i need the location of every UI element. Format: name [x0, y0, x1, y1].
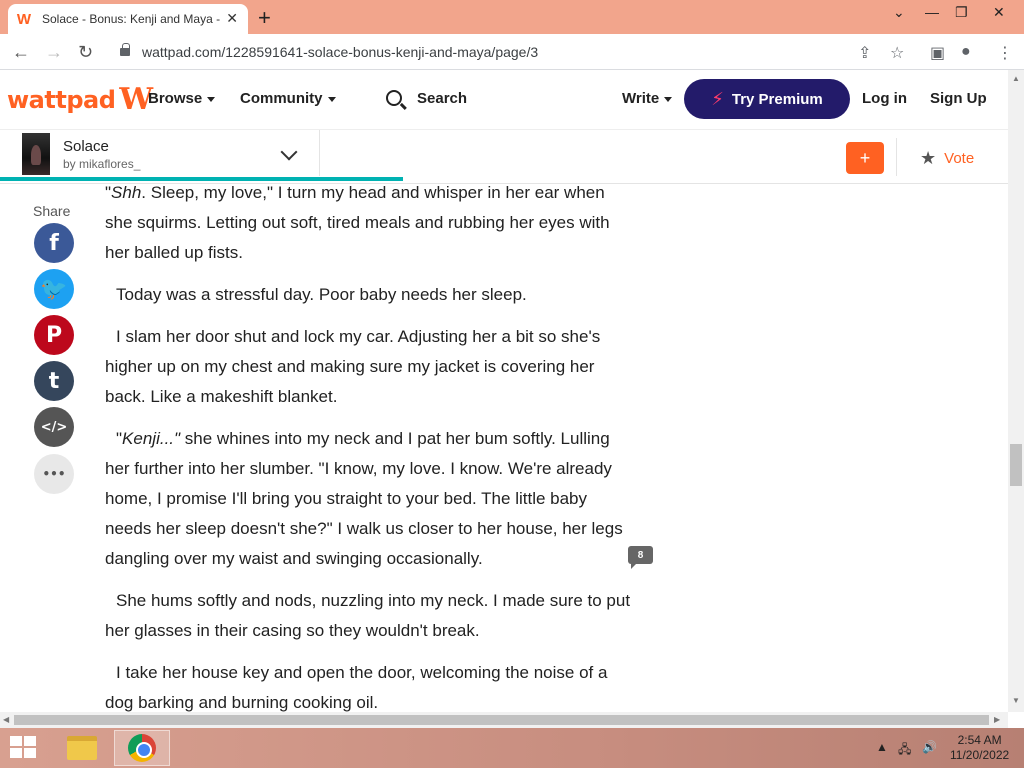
windows-start-icon[interactable]	[10, 736, 38, 760]
embed-icon[interactable]: </>	[34, 407, 74, 447]
tumblr-icon[interactable]: t	[34, 361, 74, 401]
write-menu[interactable]: Write	[622, 90, 673, 107]
reload-icon[interactable]: ↻	[78, 42, 93, 63]
paragraph: I slam her door shut and lock my car. Ad…	[105, 327, 601, 406]
add-to-library-button[interactable]: +	[846, 142, 884, 174]
share-icon[interactable]: ⇪	[858, 43, 871, 63]
community-menu[interactable]: Community	[240, 90, 336, 107]
search-button[interactable]: Search	[417, 90, 467, 107]
twitter-icon[interactable]: 🐦	[34, 269, 74, 309]
vote-button[interactable]: ★ Vote	[920, 148, 974, 169]
more-menu-icon[interactable]: ⋮	[997, 43, 1013, 63]
clock-date: 11/20/2022	[950, 748, 1010, 762]
site-header: wattpad W Browse Community Search Write …	[0, 70, 1008, 130]
clock-time: 2:54 AM	[957, 733, 1002, 747]
signup-link[interactable]: Sign Up	[930, 90, 987, 107]
browse-label: Browse	[148, 90, 203, 107]
caret-down-icon	[664, 96, 673, 102]
address-bar[interactable]: wattpad.com/1228591641-solace-bonus-kenj…	[108, 38, 920, 66]
write-label: Write	[622, 90, 660, 107]
scroll-right-icon[interactable]: ▶	[994, 715, 1000, 724]
scrollbar-thumb[interactable]	[1010, 444, 1022, 486]
restore-icon[interactable]: ❐	[955, 4, 968, 21]
chevron-down-icon[interactable]	[280, 143, 298, 161]
volume-icon[interactable]: 🔊	[922, 740, 937, 754]
try-premium-button[interactable]: ⚡ Try Premium	[684, 79, 850, 119]
tab-title: Solace - Bonus: Kenji and Maya -	[42, 12, 221, 26]
vote-label: Vote	[944, 150, 975, 167]
premium-label: Try Premium	[731, 90, 823, 108]
wattpad-logo[interactable]: wattpad W	[7, 85, 153, 115]
story-text: "Shh. Sleep, my love," I turn my head an…	[105, 178, 635, 730]
lightning-bolt-icon: ⚡	[711, 88, 724, 109]
inline-comment-count-icon[interactable]: 8	[628, 546, 653, 569]
story-info-bar: Solace by mikaflores_ + ★ Vote	[0, 130, 1008, 184]
browser-tab-strip: W Solace - Bonus: Kenji and Maya - ✕ + ⌄…	[0, 0, 1024, 34]
close-window-icon[interactable]: ✕	[993, 4, 1005, 21]
search-icon[interactable]	[386, 90, 402, 106]
browser-tab[interactable]: W Solace - Bonus: Kenji and Maya - ✕	[8, 4, 248, 34]
wattpad-favicon-icon: W	[16, 10, 32, 28]
show-hidden-icons-icon[interactable]: ▲	[876, 740, 888, 754]
browse-menu[interactable]: Browse	[148, 90, 216, 107]
paragraph: She hums softly and nods, nuzzling into …	[105, 591, 631, 640]
caret-down-icon	[327, 96, 336, 102]
logo-text: wattpad	[7, 86, 116, 114]
profile-icon[interactable]: ●	[961, 43, 971, 61]
minimize-icon[interactable]: —	[925, 4, 939, 20]
star-icon: ★	[920, 148, 937, 168]
cover-figure	[31, 145, 41, 165]
network-icon[interactable]: 🖧	[898, 740, 911, 761]
share-label: Share	[33, 203, 71, 219]
scroll-up-icon[interactable]: ▲	[1012, 74, 1020, 83]
windows-taskbar: ▲ 🖧 🔊 2:54 AM 11/20/2022	[0, 728, 1024, 768]
pinterest-icon[interactable]: P	[34, 315, 74, 355]
divider	[896, 138, 897, 176]
divider	[319, 130, 320, 176]
more-icon[interactable]: •••	[34, 454, 74, 494]
chrome-icon[interactable]	[114, 730, 170, 766]
forward-arrow-icon[interactable]: →	[45, 42, 63, 63]
horizontal-scrollbar[interactable]: ◀ ▶	[0, 712, 1008, 728]
system-clock[interactable]: 2:54 AM 11/20/2022	[950, 733, 1009, 763]
url-text[interactable]: wattpad.com/1228591641-solace-bonus-kenj…	[142, 44, 538, 60]
paragraph: "Kenji..." she whines into my neck and I…	[105, 429, 623, 568]
browser-toolbar: ← → ↻ wattpad.com/1228591641-solace-bonu…	[0, 34, 1024, 70]
scrollbar-thumb[interactable]	[14, 715, 989, 725]
paragraph: Today was a stressful day. Poor baby nee…	[116, 285, 527, 304]
paragraph: I take her house key and open the door, …	[105, 663, 608, 712]
story-title[interactable]: Solace	[63, 138, 109, 155]
vertical-scrollbar[interactable]: ▲ ▼	[1008, 70, 1024, 712]
login-link[interactable]: Log in	[862, 90, 907, 107]
caret-down-icon	[207, 96, 216, 102]
facebook-icon[interactable]: f	[34, 223, 74, 263]
sidebar-icon[interactable]: ▣	[930, 43, 945, 63]
paragraph: "Shh. Sleep, my love," I turn my head an…	[105, 183, 610, 262]
scroll-down-icon[interactable]: ▼	[1012, 696, 1020, 705]
back-arrow-icon[interactable]: ←	[12, 42, 30, 63]
community-label: Community	[240, 90, 323, 107]
new-tab-button[interactable]: +	[258, 5, 271, 31]
tab-close-icon[interactable]: ✕	[226, 10, 238, 27]
bookmark-star-icon[interactable]: ☆	[890, 43, 904, 63]
story-cover-image[interactable]	[22, 133, 50, 175]
story-author[interactable]: by mikaflores_	[63, 157, 140, 171]
chevron-down-icon[interactable]: ⌄	[893, 4, 905, 21]
scroll-left-icon[interactable]: ◀	[3, 715, 9, 724]
lock-icon[interactable]	[120, 43, 130, 56]
file-explorer-icon[interactable]	[54, 730, 110, 766]
